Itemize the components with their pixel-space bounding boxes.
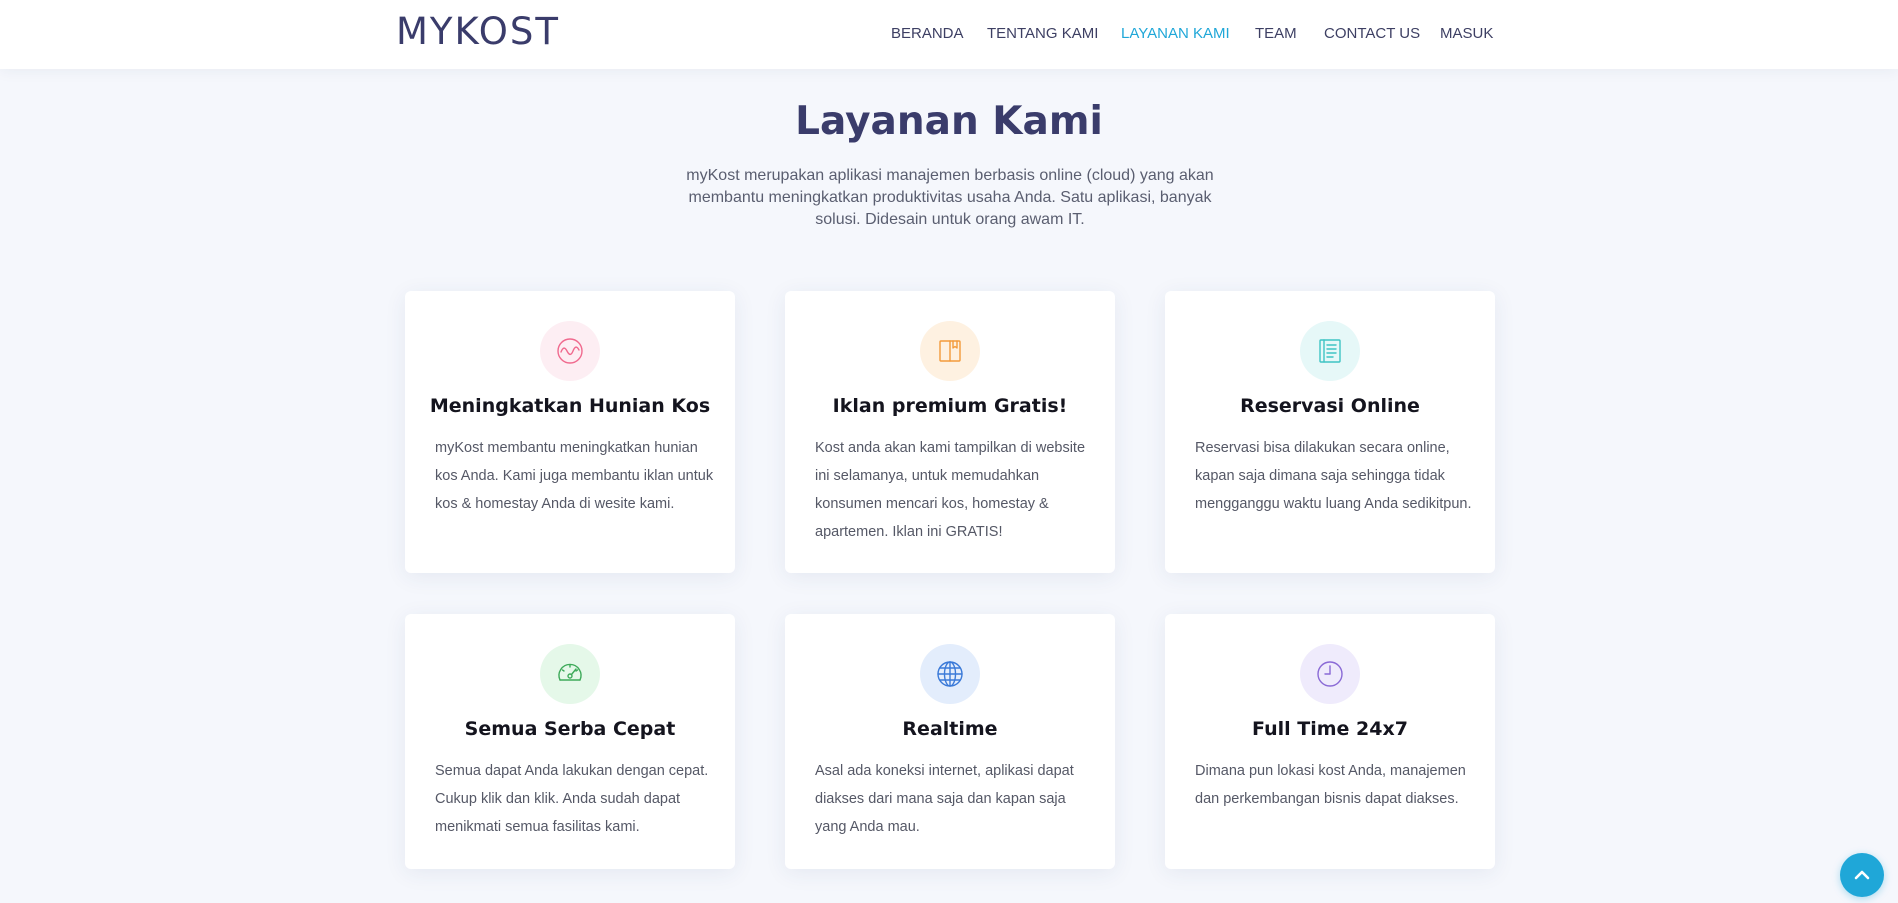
- nav-item-beranda[interactable]: BERANDA: [891, 25, 964, 43]
- book-icon: [920, 321, 980, 381]
- service-card-text: Reservasi bisa dilakukan secara online, …: [1195, 440, 1472, 512]
- back-to-top-button[interactable]: [1840, 853, 1884, 897]
- nav-item-layanan-kami[interactable]: LAYANAN KAMI: [1121, 25, 1230, 43]
- service-card-text: myKost membantu meningkatkan hunian kos …: [435, 440, 714, 512]
- service-card-title: Realtime: [902, 718, 998, 740]
- document-icon: [1300, 321, 1360, 381]
- service-card: Full Time 24x7 Dimana pun lokasi kost An…: [1165, 614, 1495, 869]
- service-card: Reservasi Online Reservasi bisa dilakuka…: [1165, 291, 1495, 573]
- section-title: Layanan Kami: [795, 99, 1103, 144]
- nav-item-tentang-kami[interactable]: TENTANG KAMI: [987, 25, 1098, 43]
- service-card: Meningkatkan Hunian Kos myKost membantu …: [405, 291, 735, 573]
- section-description: myKost merupakan aplikasi manajemen berb…: [686, 167, 1214, 228]
- pulse-icon: [540, 321, 600, 381]
- service-card-text: Asal ada koneksi internet, aplikasi dapa…: [815, 763, 1074, 835]
- nav-item-contact-us[interactable]: CONTACT US: [1324, 25, 1420, 43]
- chevron-up-icon: [1854, 870, 1870, 880]
- nav-item-team[interactable]: TEAM: [1255, 25, 1297, 43]
- globe-icon: [920, 644, 980, 704]
- main-nav: BERANDA TENTANG KAMI LAYANAN KAMI TEAM C…: [0, 0, 1898, 69]
- service-card: Realtime Asal ada koneksi internet, apli…: [785, 614, 1115, 869]
- service-card-text: Semua dapat Anda lakukan dengan cepat. C…: [435, 763, 709, 835]
- service-card-text: Kost anda akan kami tampilkan di website…: [815, 440, 1086, 540]
- service-card-title: Reservasi Online: [1240, 395, 1420, 417]
- site-header: MYKOST BERANDA TENTANG KAMI LAYANAN KAMI…: [0, 0, 1898, 69]
- nav-item-masuk[interactable]: MASUK: [1440, 25, 1493, 43]
- service-card: Iklan premium Gratis! Kost anda akan kam…: [785, 291, 1115, 573]
- clock-icon: [1300, 644, 1360, 704]
- service-card-title: Iklan premium Gratis!: [832, 395, 1068, 417]
- service-card-title: Full Time 24x7: [1252, 718, 1408, 740]
- service-card-text: Dimana pun lokasi kost Anda, manajemen d…: [1195, 763, 1466, 807]
- service-card: Semua Serba Cepat Semua dapat Anda lakuk…: [405, 614, 735, 869]
- speedometer-icon: [540, 644, 600, 704]
- service-card-title: Semua Serba Cepat: [464, 718, 676, 740]
- service-card-title: Meningkatkan Hunian Kos: [429, 395, 711, 417]
